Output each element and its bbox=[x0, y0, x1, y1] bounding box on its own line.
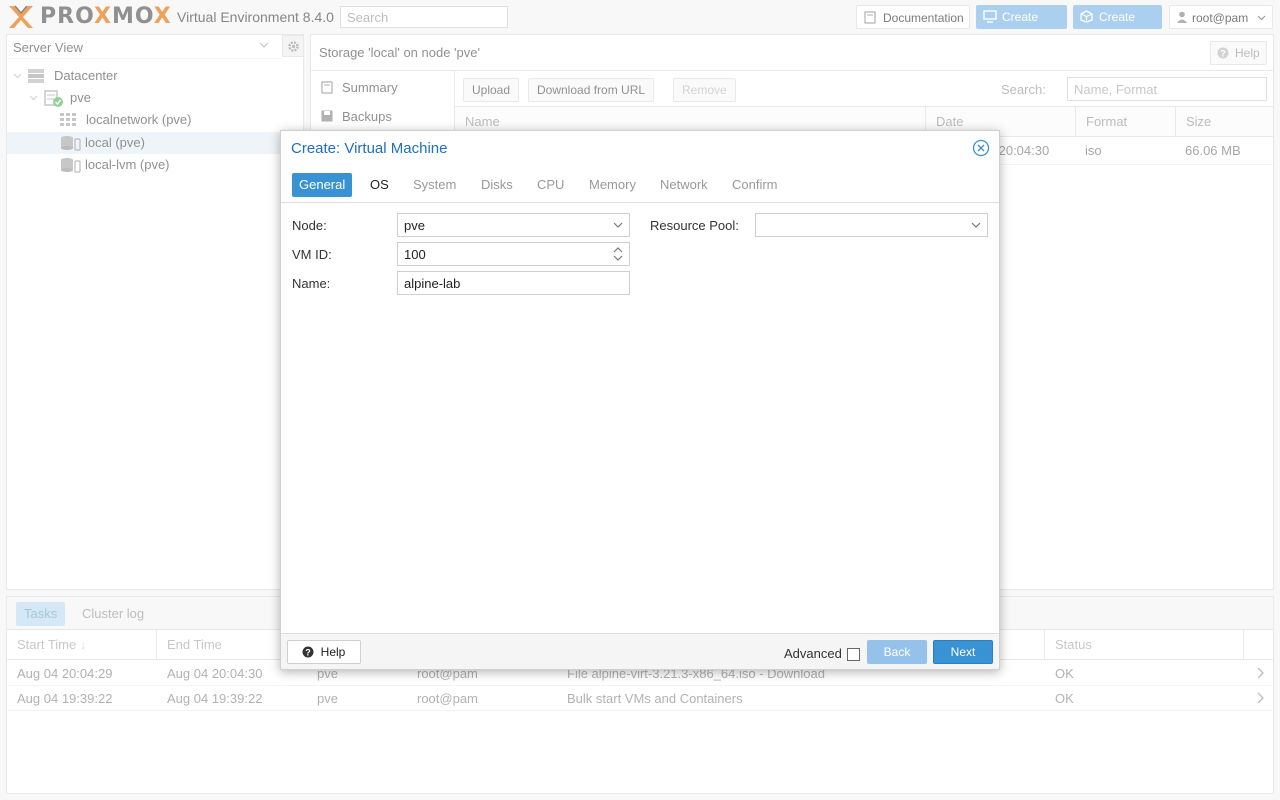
dialog-footer: ? Help Advanced Back Next bbox=[281, 633, 999, 669]
resource-pool-label: Resource Pool: bbox=[650, 218, 739, 233]
vmid-spinner[interactable]: 100 bbox=[397, 242, 630, 266]
node-select[interactable]: pve bbox=[397, 213, 630, 237]
wizard-tabs: General OS System Disks CPU Memory Netwo… bbox=[281, 167, 999, 203]
vm-name-input[interactable]: alpine-lab bbox=[397, 271, 630, 295]
tab-memory[interactable]: Memory bbox=[582, 173, 643, 197]
tab-os[interactable]: OS bbox=[363, 173, 396, 197]
tab-confirm[interactable]: Confirm bbox=[725, 173, 785, 197]
node-label: Node: bbox=[292, 218, 327, 233]
tab-cpu[interactable]: CPU bbox=[530, 173, 571, 197]
help-button[interactable]: ? Help bbox=[287, 640, 361, 664]
tab-network[interactable]: Network bbox=[653, 173, 715, 197]
help-circle-icon: ? bbox=[302, 646, 314, 658]
next-button[interactable]: Next bbox=[933, 640, 993, 664]
tab-general[interactable]: General bbox=[292, 173, 353, 197]
tab-disks[interactable]: Disks bbox=[474, 173, 520, 197]
chevron-down-icon bbox=[613, 222, 623, 229]
svg-text:?: ? bbox=[305, 648, 311, 658]
close-button[interactable] bbox=[972, 139, 990, 157]
chevron-down-icon bbox=[971, 222, 981, 229]
advanced-label: Advanced bbox=[784, 646, 842, 661]
spinner-arrows-icon[interactable] bbox=[613, 246, 623, 262]
create-vm-dialog: Create: Virtual Machine General OS Syste… bbox=[280, 130, 1000, 670]
tab-system[interactable]: System bbox=[406, 173, 463, 197]
advanced-checkbox[interactable] bbox=[847, 648, 860, 661]
back-button[interactable]: Back bbox=[867, 640, 927, 664]
name-label: Name: bbox=[292, 276, 331, 291]
dialog-title: Create: Virtual Machine bbox=[291, 140, 448, 157]
vmid-label: VM ID: bbox=[292, 247, 332, 262]
resource-pool-select[interactable] bbox=[755, 213, 988, 237]
close-icon bbox=[972, 139, 990, 157]
